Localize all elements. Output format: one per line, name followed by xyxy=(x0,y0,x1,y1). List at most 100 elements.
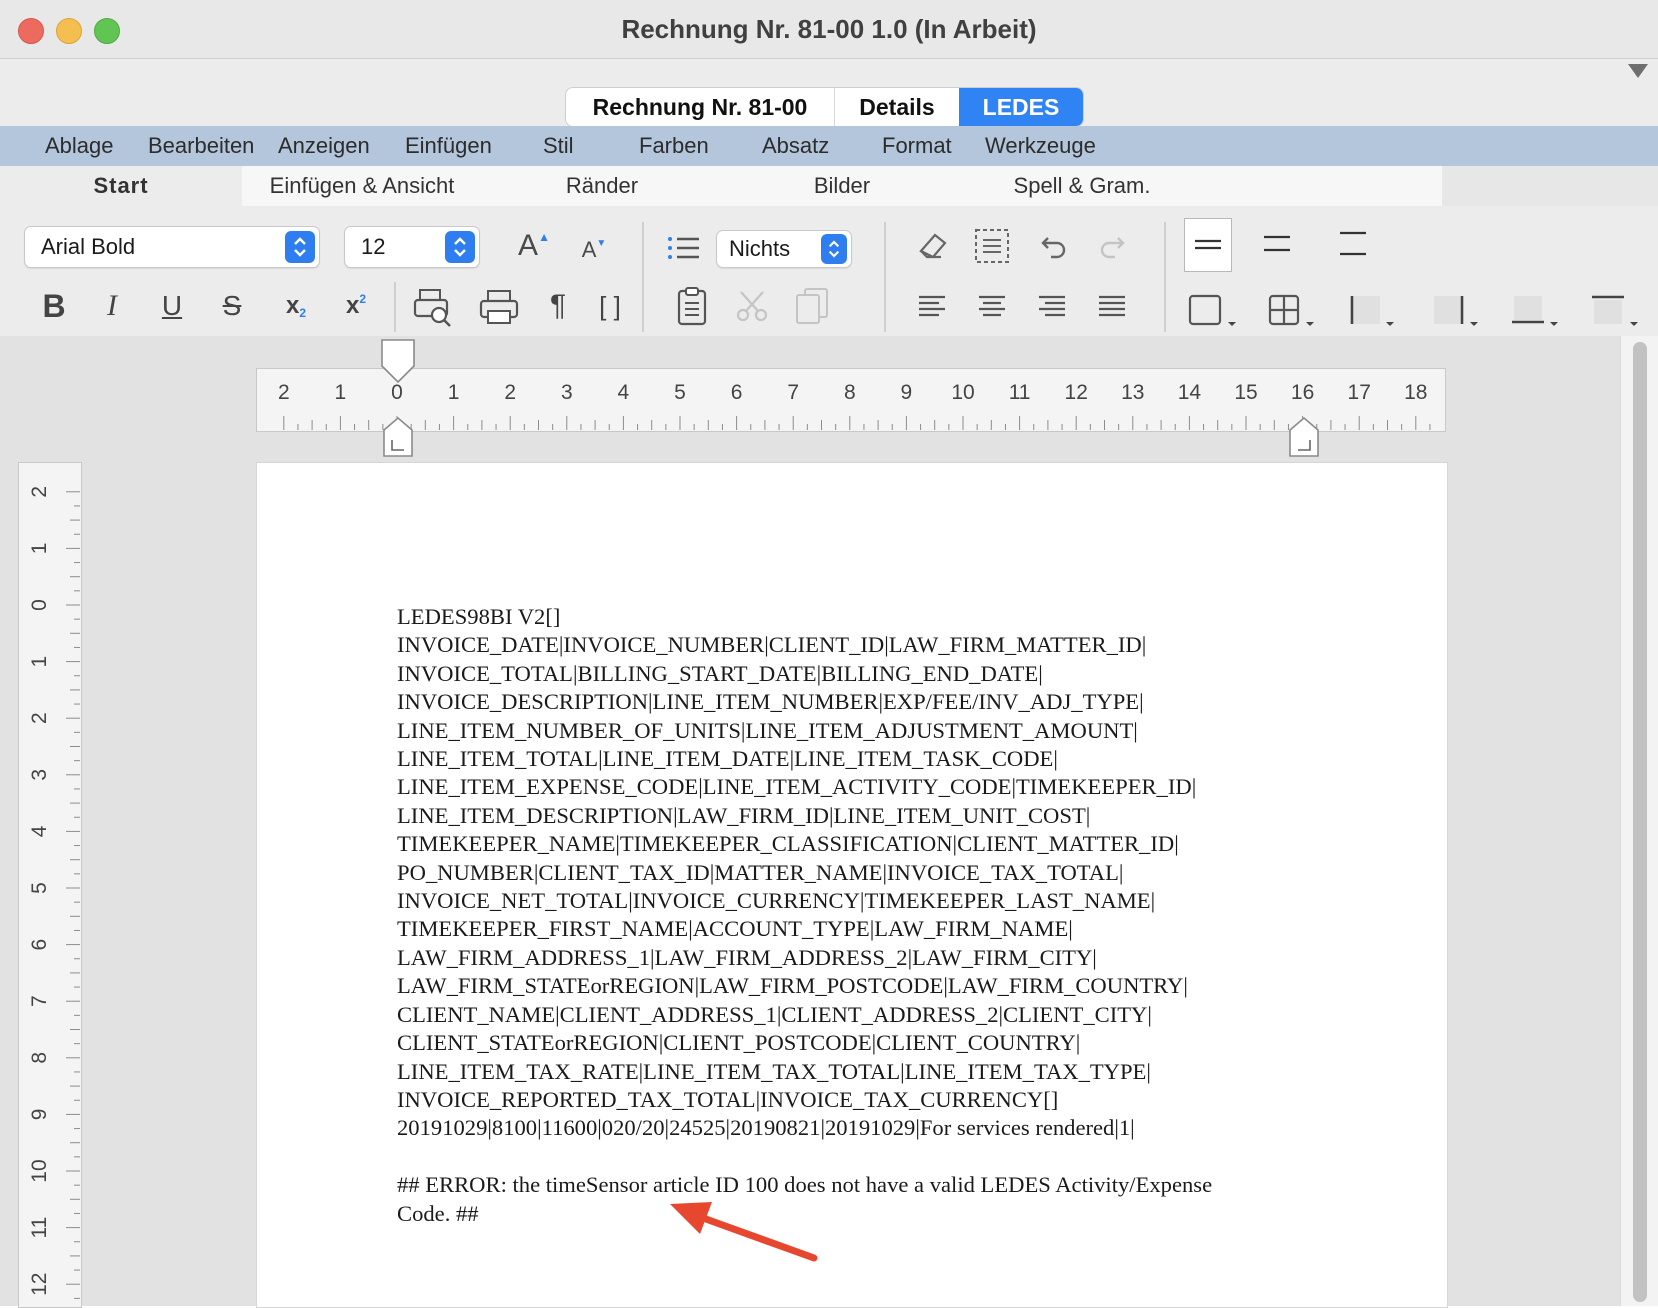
paste-icon[interactable] xyxy=(672,284,712,328)
align-center-icon[interactable] xyxy=(972,288,1012,324)
superscript-small-label: 2 xyxy=(359,292,367,306)
select-icon[interactable] xyxy=(972,226,1012,266)
tab-ledes[interactable]: LEDES xyxy=(959,88,1083,126)
font-size-select[interactable]: 12 xyxy=(344,226,480,268)
ruler-label: 5 xyxy=(674,381,686,404)
ribbon-tab-spelling[interactable]: Spell & Gram. xyxy=(962,166,1202,206)
font-family-value: Arial Bold xyxy=(41,234,136,259)
spacing-single-icon[interactable] xyxy=(1184,218,1232,272)
copy-icon[interactable] xyxy=(792,286,832,326)
menu-absatz[interactable]: Absatz xyxy=(762,126,829,166)
menu-bar: Ablage Bearbeiten Anzeigen Einfügen Stil… xyxy=(0,126,1658,166)
menu-stil[interactable]: Stil xyxy=(543,126,574,166)
ruler-label: 12 xyxy=(1065,381,1088,404)
menu-format[interactable]: Format xyxy=(882,126,952,166)
annotation-arrow-icon xyxy=(670,1202,818,1262)
ruler-label: 16 xyxy=(1291,381,1314,404)
ruler-label: 14 xyxy=(1178,381,1202,404)
strikethrough-icon[interactable]: S xyxy=(214,286,250,326)
first-line-indent-marker-icon[interactable] xyxy=(380,338,416,384)
justify-icon[interactable] xyxy=(1092,288,1132,324)
ruler-label: 12 xyxy=(28,1273,51,1296)
cut-icon[interactable] xyxy=(732,286,772,326)
horizontal-ruler-ticks: 2 1 0 1 2 3 4 5 6 7 8 9 10 11 12 13 14 15 16 17 18 xyxy=(278,381,1431,430)
subscript-label: x xyxy=(285,292,300,319)
menu-farben[interactable]: Farben xyxy=(639,126,709,166)
view-tabs: Rechnung Nr. 81-00 Details LEDES xyxy=(566,88,1083,126)
ruler-label: 15 xyxy=(1234,381,1257,404)
ruler-label: 13 xyxy=(1121,381,1144,404)
left-indent-marker-icon[interactable] xyxy=(382,416,416,458)
font-family-stepper-icon[interactable] xyxy=(285,231,315,263)
grow-font-icon[interactable]: A ▲ xyxy=(514,226,554,266)
menu-einfuegen[interactable]: Einfügen xyxy=(405,126,492,166)
ruler-label: 9 xyxy=(28,1109,51,1121)
ribbon-tab-insert-view[interactable]: Einfügen & Ansicht xyxy=(242,166,482,206)
pilcrow-icon[interactable]: ¶ xyxy=(540,286,576,326)
vertical-scrollbar[interactable] xyxy=(1620,336,1658,1306)
subscript-icon[interactable]: x2 xyxy=(276,286,316,326)
menu-anzeigen[interactable]: Anzeigen xyxy=(278,126,370,166)
brackets-icon[interactable]: [ ] xyxy=(590,286,630,326)
menu-bearbeiten[interactable]: Bearbeiten xyxy=(148,126,254,166)
document-line: INVOICE_REPORTED_TAX_TOTAL|INVOICE_TAX_C… xyxy=(397,1086,1059,1112)
scrollbar-thumb[interactable] xyxy=(1633,342,1647,1302)
list-style-stepper-icon[interactable] xyxy=(821,234,847,264)
window-menu-chevron-icon[interactable] xyxy=(1628,64,1648,78)
print-icon[interactable] xyxy=(476,286,522,328)
border-top-icon[interactable] xyxy=(1588,290,1642,330)
ruler-label: 18 xyxy=(1404,381,1427,404)
document-line: INVOICE_TOTAL|BILLING_START_DATE|BILLING… xyxy=(397,660,1043,686)
table-icon[interactable] xyxy=(1266,290,1320,330)
font-size-stepper-icon[interactable] xyxy=(445,231,475,263)
undo-icon[interactable] xyxy=(1034,226,1074,266)
redo-icon[interactable] xyxy=(1092,226,1132,266)
vertical-ruler[interactable]: 2 1 0 1 2 3 4 5 6 7 8 9 10 11 12 xyxy=(18,462,82,1308)
border-box-icon[interactable] xyxy=(1186,290,1240,330)
document-line: INVOICE_DATE|INVOICE_NUMBER|CLIENT_ID|LA… xyxy=(397,632,1147,658)
ruler-label: 1 xyxy=(448,381,460,404)
right-indent-marker-icon[interactable] xyxy=(1288,416,1322,458)
ribbon-tab-margins[interactable]: Ränder xyxy=(482,166,722,206)
align-right-icon[interactable] xyxy=(1032,288,1072,324)
toolbar-separator xyxy=(642,282,644,332)
ruler-label: 3 xyxy=(561,381,573,404)
document-line: LAW_FIRM_ADDRESS_1|LAW_FIRM_ADDRESS_2|LA… xyxy=(397,944,1097,970)
ruler-label: 0 xyxy=(391,381,403,404)
border-left-icon[interactable] xyxy=(1346,290,1400,330)
ruler-label: 6 xyxy=(28,939,51,951)
tab-details[interactable]: Details xyxy=(835,88,959,126)
list-style-select[interactable]: Nichts xyxy=(716,230,852,268)
list-icon[interactable] xyxy=(664,228,704,268)
tab-invoice[interactable]: Rechnung Nr. 81-00 xyxy=(566,88,835,126)
ribbon-tabs: Start Einfügen & Ansicht Ränder Bilder S… xyxy=(0,166,1658,206)
document-line: LINE_ITEM_TOTAL|LINE_ITEM_DATE|LINE_ITEM… xyxy=(397,746,1058,772)
spacing-onehalf-icon[interactable] xyxy=(1254,222,1300,266)
font-family-select[interactable]: Arial Bold xyxy=(24,226,320,268)
ribbon-tab-images[interactable]: Bilder xyxy=(722,166,962,206)
eraser-icon[interactable] xyxy=(912,226,952,266)
align-left-icon[interactable] xyxy=(912,288,952,324)
spacing-double-icon[interactable] xyxy=(1330,220,1376,268)
ruler-label: 1 xyxy=(335,381,347,404)
menu-ablage[interactable]: Ablage xyxy=(45,126,114,166)
document-line: Code. ## xyxy=(397,1200,479,1226)
document-text[interactable]: LEDES98BI V2[] INVOICE_DATE|INVOICE_NUMBE… xyxy=(397,603,1397,1228)
italic-icon[interactable]: I xyxy=(94,286,130,326)
shrink-font-icon[interactable]: A ▼ xyxy=(576,232,612,268)
ribbon-tab-start[interactable]: Start xyxy=(0,166,242,206)
subscript-small-label: 2 xyxy=(299,306,307,320)
ribbon-tab-empty[interactable] xyxy=(1202,166,1442,206)
app-window: Rechnung Nr. 81-00 1.0 (In Arbeit) Rechn… xyxy=(0,0,1658,1308)
border-bottom-icon[interactable] xyxy=(1508,290,1562,330)
border-right-icon[interactable] xyxy=(1428,290,1482,330)
superscript-icon[interactable]: x2 xyxy=(336,286,376,326)
horizontal-ruler[interactable]: 2 1 0 1 2 3 4 5 6 7 8 9 10 11 12 13 14 15 16 17 18 xyxy=(256,368,1446,432)
print-preview-icon[interactable] xyxy=(410,284,456,330)
window-title: Rechnung Nr. 81-00 1.0 (In Arbeit) xyxy=(621,14,1037,44)
underline-icon[interactable]: U xyxy=(154,286,190,326)
menu-werkzeuge[interactable]: Werkzeuge xyxy=(985,126,1096,166)
document-page[interactable]: LEDES98BI V2[] INVOICE_DATE|INVOICE_NUMBE… xyxy=(256,462,1448,1308)
bold-icon[interactable]: B xyxy=(36,286,72,326)
